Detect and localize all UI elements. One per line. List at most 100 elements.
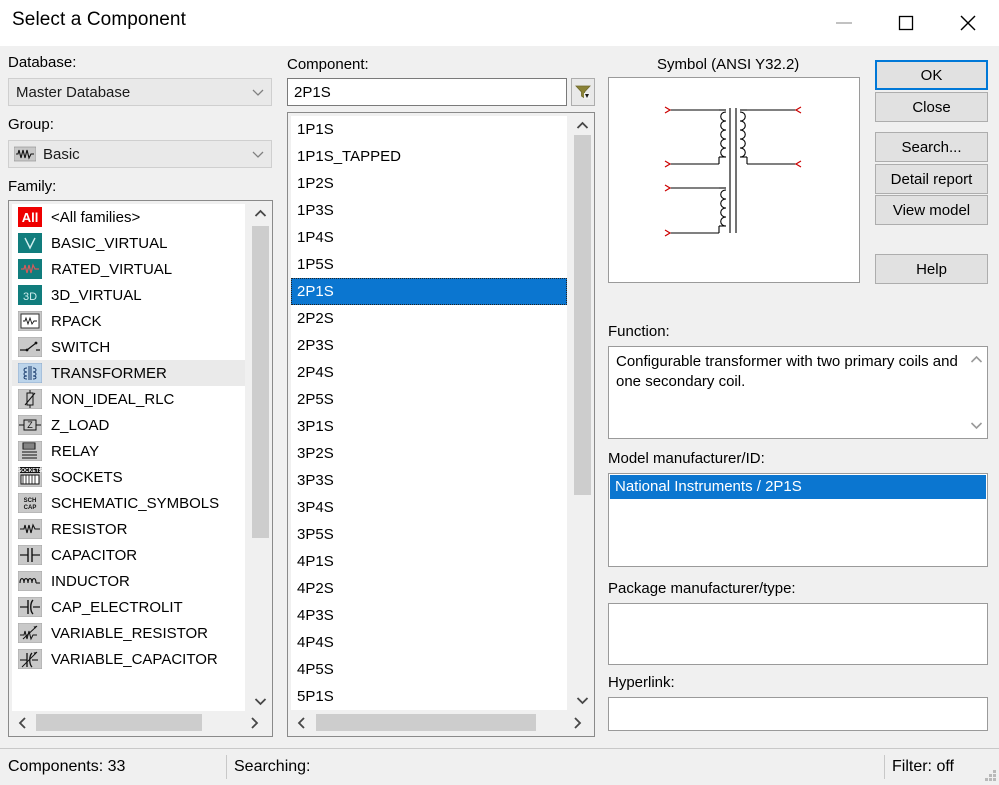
- scroll-right-icon[interactable]: [566, 712, 587, 733]
- z-load-icon: Z: [15, 414, 45, 436]
- component-item-2p2s[interactable]: 2P2S: [291, 305, 567, 332]
- family-item-basic-virtual[interactable]: BASIC_VIRTUAL: [12, 230, 245, 256]
- component-input[interactable]: [294, 83, 566, 101]
- component-hscroll-thumb[interactable]: [316, 714, 536, 731]
- component-item-3p3s[interactable]: 3P3S: [291, 467, 567, 494]
- scroll-left-icon[interactable]: [12, 712, 33, 733]
- component-item-3p4s[interactable]: 3P4S: [291, 494, 567, 521]
- scroll-right-icon[interactable]: [243, 712, 264, 733]
- filter-status: Filter: off: [892, 758, 954, 775]
- schematic-symbols-icon: SCH CAP: [15, 492, 45, 514]
- hyperlink-label: Hyperlink:: [608, 674, 675, 691]
- basic-virtual-icon: [15, 232, 45, 254]
- search-button[interactable]: Search...: [875, 132, 988, 162]
- hyperlink-field[interactable]: [608, 697, 988, 731]
- database-label: Database:: [8, 54, 77, 71]
- family-item-rated-virtual[interactable]: RATED_VIRTUAL: [12, 256, 245, 282]
- package-list[interactable]: [608, 603, 988, 665]
- family-hscroll-thumb[interactable]: [36, 714, 202, 731]
- component-item-2p4s[interactable]: 2P4S: [291, 359, 567, 386]
- component-item-1p5s[interactable]: 1P5S: [291, 251, 567, 278]
- scroll-left-icon[interactable]: [291, 712, 312, 733]
- help-button-label: Help: [916, 260, 947, 278]
- family-item-relay[interactable]: RELAY: [12, 438, 245, 464]
- component-horizontal-scrollbar[interactable]: [291, 712, 587, 733]
- family-item-capacitor[interactable]: CAPACITOR: [12, 542, 245, 568]
- component-item-5p1s[interactable]: 5P1S: [291, 683, 567, 710]
- component-item-3p2s[interactable]: 3P2S: [291, 440, 567, 467]
- family-item-resistor[interactable]: RESISTOR: [12, 516, 245, 542]
- close-button[interactable]: [937, 0, 999, 46]
- component-item-3p5s[interactable]: 3P5S: [291, 521, 567, 548]
- family-item-label: RATED_VIRTUAL: [51, 260, 173, 278]
- family-item-non-ideal-rlc[interactable]: NON_IDEAL_RLC: [12, 386, 245, 412]
- view-model-button[interactable]: View model: [875, 195, 988, 225]
- family-item-label: SOCKETS: [51, 468, 123, 486]
- component-search-field[interactable]: [287, 78, 567, 106]
- component-item-1p1s[interactable]: 1P1S: [291, 116, 567, 143]
- family-item-cap-electrolit[interactable]: CAP_ELECTROLIT: [12, 594, 245, 620]
- ok-button[interactable]: OK: [875, 60, 988, 90]
- component-item-4p1s[interactable]: 4P1S: [291, 548, 567, 575]
- maximize-button[interactable]: [875, 0, 937, 46]
- component-vertical-scrollbar[interactable]: [573, 116, 592, 710]
- component-item-4p3s[interactable]: 4P3S: [291, 602, 567, 629]
- minimize-button[interactable]: [813, 0, 875, 46]
- maximize-icon: [898, 15, 914, 31]
- help-button[interactable]: Help: [875, 254, 988, 284]
- model-manufacturer-list[interactable]: National Instruments / 2P1S: [608, 473, 988, 567]
- svg-text:All: All: [22, 210, 39, 225]
- component-item-4p2s[interactable]: 4P2S: [291, 575, 567, 602]
- component-item-3p1s[interactable]: 3P1S: [291, 413, 567, 440]
- component-item-1p3s[interactable]: 1P3S: [291, 197, 567, 224]
- function-textbox[interactable]: Configurable transformer with two primar…: [608, 346, 988, 439]
- scroll-up-icon[interactable]: [251, 204, 270, 223]
- component-item-2p3s[interactable]: 2P3S: [291, 332, 567, 359]
- family-label: Family:: [8, 178, 57, 195]
- family-list[interactable]: All <All families> BASIC_VIRTUAL RATED_VIRT…: [12, 204, 245, 711]
- component-list[interactable]: 1P1S 1P1S_TAPPED 1P2S 1P3S 1P4S 1P5S 2P1S 2P2S 2…: [291, 116, 567, 710]
- close-button-action[interactable]: Close: [875, 92, 988, 122]
- model-manufacturer-selected-row[interactable]: National Instruments / 2P1S: [610, 475, 986, 499]
- family-item-schematic-symbols[interactable]: SCH CAP SCHEMATIC_SYMBOLS: [12, 490, 245, 516]
- scroll-down-icon[interactable]: [573, 691, 592, 710]
- filter-button[interactable]: [571, 78, 595, 106]
- family-horizontal-scrollbar[interactable]: [12, 712, 264, 733]
- rpack-icon: [15, 310, 45, 332]
- scroll-down-icon[interactable]: [966, 415, 987, 436]
- family-item-variable-capacitor[interactable]: VARIABLE_CAPACITOR: [12, 646, 245, 672]
- family-item-label: <All families>: [51, 208, 141, 226]
- scroll-down-icon[interactable]: [251, 692, 270, 711]
- family-item-transformer[interactable]: TRANSFORMER: [12, 360, 245, 386]
- component-item-4p5s[interactable]: 4P5S: [291, 656, 567, 683]
- symbol-preview: [608, 77, 860, 283]
- family-scrollbar-thumb[interactable]: [252, 226, 269, 538]
- component-item-2p1s[interactable]: 2P1S: [291, 278, 567, 305]
- component-scrollbar-thumb[interactable]: [574, 135, 591, 495]
- family-item-inductor[interactable]: INDUCTOR: [12, 568, 245, 594]
- status-bar: Components: 33 Searching: Filter: off: [0, 748, 999, 785]
- component-item-1p1s_tapped[interactable]: 1P1S_TAPPED: [291, 143, 567, 170]
- detail-report-button[interactable]: Detail report: [875, 164, 988, 194]
- family-vertical-scrollbar[interactable]: [251, 204, 270, 711]
- family-item-z-load[interactable]: Z Z_LOAD: [12, 412, 245, 438]
- scroll-up-icon[interactable]: [573, 116, 592, 135]
- function-scrollbar[interactable]: [966, 347, 987, 438]
- svg-text:CAP: CAP: [24, 505, 37, 511]
- resize-grip[interactable]: [984, 770, 996, 782]
- transformer-symbol-icon: [664, 106, 802, 237]
- filter-icon: [575, 85, 591, 99]
- database-select[interactable]: Master Database: [8, 78, 272, 106]
- family-item-variable-resistor[interactable]: VARIABLE_RESISTOR: [12, 620, 245, 646]
- family-item-switch[interactable]: SWITCH: [12, 334, 245, 360]
- component-item-4p4s[interactable]: 4P4S: [291, 629, 567, 656]
- family-item-3d-virtual[interactable]: 3D 3D_VIRTUAL: [12, 282, 245, 308]
- family-item-rpack[interactable]: RPACK: [12, 308, 245, 334]
- family-item-all-families[interactable]: All <All families>: [12, 204, 245, 230]
- component-item-2p5s[interactable]: 2P5S: [291, 386, 567, 413]
- scroll-up-icon[interactable]: [966, 349, 987, 370]
- group-select[interactable]: Basic: [8, 140, 272, 168]
- family-item-sockets[interactable]: SOCKETS SOCKETS: [12, 464, 245, 490]
- component-item-1p4s[interactable]: 1P4S: [291, 224, 567, 251]
- component-item-1p2s[interactable]: 1P2S: [291, 170, 567, 197]
